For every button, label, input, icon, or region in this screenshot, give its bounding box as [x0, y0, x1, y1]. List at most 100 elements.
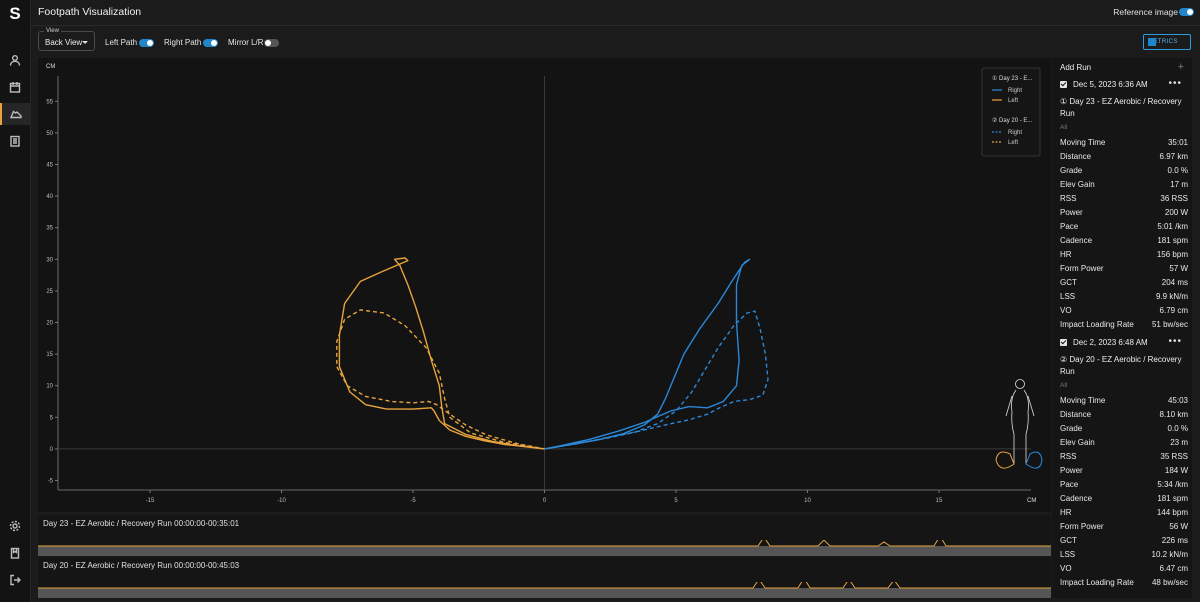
metric-row: Moving Time 35:01	[1060, 138, 1188, 152]
calendar-icon[interactable]	[0, 76, 30, 98]
y-tick-label: 55	[46, 99, 53, 105]
metric-value: 9.9 kN/m	[1155, 292, 1188, 301]
y-tick-label: 5	[50, 415, 54, 421]
metric-value: 6.97 km	[1159, 152, 1188, 161]
view-select[interactable]: Back View	[38, 31, 95, 51]
metric-value: 10.2 kN/m	[1151, 550, 1188, 559]
metric-row: LSS 10.2 kN/m	[1060, 550, 1188, 564]
metric-value: 36 RSS	[1160, 194, 1188, 203]
metric-label: Impact Loading Rate	[1060, 320, 1134, 329]
bookmark-icon[interactable]	[0, 542, 30, 564]
mirror-toggle[interactable]	[264, 39, 279, 47]
right-path-toggle[interactable]	[203, 39, 218, 47]
metric-row: HR 156 bpm	[1060, 250, 1188, 264]
right-path-label: Right Path	[164, 38, 202, 47]
run-checkbox[interactable]	[1060, 339, 1067, 347]
profile-icon[interactable]	[0, 49, 30, 71]
y-tick-label: 10	[46, 384, 53, 390]
metric-row: Elev Gain 17 m	[1060, 180, 1188, 194]
x-tick-label: 0	[543, 498, 547, 504]
y-tick-label: 0	[50, 447, 54, 453]
metric-row: GCT 226 ms	[1060, 536, 1188, 550]
y-tick-label: 15	[46, 352, 53, 358]
metric-label: Form Power	[1060, 522, 1104, 531]
metric-value: 8.10 km	[1159, 410, 1188, 419]
mirror-label: Mirror L/R	[228, 38, 264, 47]
metric-label: Power	[1060, 208, 1083, 217]
more-options-icon[interactable]: •••	[1168, 78, 1182, 89]
y-tick-label: 30	[46, 257, 53, 263]
more-options-icon[interactable]: •••	[1168, 336, 1182, 347]
y-tick-label: 50	[46, 131, 53, 137]
metric-value: 0.0 %	[1167, 424, 1188, 433]
metric-row: RSS 36 RSS	[1060, 194, 1188, 208]
metric-label: GCT	[1060, 278, 1077, 287]
shoe-icon[interactable]	[0, 103, 30, 125]
metric-row: Form Power 57 W	[1060, 264, 1188, 278]
metric-label: Distance	[1060, 152, 1092, 161]
run-name: ① Day 23 - EZ Aerobic / Recovery Run	[1060, 97, 1182, 118]
metric-label: Elev Gain	[1060, 180, 1095, 189]
settings-icon[interactable]	[0, 515, 30, 537]
metric-value: 56 W	[1169, 522, 1188, 531]
add-run-button[interactable]: +	[1178, 61, 1184, 73]
metric-row: Cadence 181 spm	[1060, 494, 1188, 508]
metric-label: Cadence	[1060, 494, 1093, 503]
reference-runner-image	[995, 379, 1043, 469]
metric-row: VO 6.79 cm	[1060, 306, 1188, 320]
metric-value: 226 ms	[1161, 536, 1188, 545]
metric-label: HR	[1060, 250, 1072, 259]
legend-group-title: ① Day 23 - E...	[992, 75, 1033, 82]
metric-row: Form Power 56 W	[1060, 522, 1188, 536]
run-filter[interactable]: All	[1060, 124, 1067, 131]
run-date: Dec 5, 2023 6:36 AM	[1073, 80, 1148, 89]
toolbar: Back View View Left Path Right Path Mirr…	[30, 26, 1200, 56]
metric-row: VO 6.47 cm	[1060, 564, 1188, 578]
metric-row: Pace 5:01 /km	[1060, 222, 1188, 236]
metric-row: Moving Time 45:03	[1060, 396, 1188, 410]
metric-label: Power	[1060, 466, 1083, 475]
logout-icon[interactable]	[0, 569, 30, 591]
app-logo[interactable]: S	[6, 5, 24, 23]
metric-row: Cadence 181 spm	[1060, 236, 1188, 250]
metric-value: 144 bpm	[1156, 508, 1188, 517]
metric-label: LSS	[1060, 550, 1076, 559]
metric-value: 5:01 /km	[1157, 222, 1188, 231]
metric-value: 35 RSS	[1160, 452, 1188, 461]
metric-value: 45:03	[1167, 396, 1188, 405]
x-tick-label: -10	[277, 498, 286, 504]
metric-value: 204 ms	[1161, 278, 1188, 287]
metric-value: 181 spm	[1157, 236, 1188, 245]
legend-group-title: ② Day 20 - E...	[992, 117, 1033, 124]
metrics-button[interactable]: METRICS	[1143, 34, 1191, 50]
metric-label: Elev Gain	[1060, 438, 1095, 447]
y-tick-label: 45	[46, 162, 53, 168]
metric-value: 181 spm	[1157, 494, 1188, 503]
report-icon[interactable]	[0, 130, 30, 152]
page-title: Footpath Visualization	[38, 6, 142, 18]
metric-row: Distance 6.97 km	[1060, 152, 1188, 166]
metric-label: Grade	[1060, 166, 1083, 175]
metric-row: Pace 5:34 /km	[1060, 480, 1188, 494]
run-checkbox[interactable]	[1060, 81, 1067, 89]
metric-row: RSS 35 RSS	[1060, 452, 1188, 466]
metric-row: HR 144 bpm	[1060, 508, 1188, 522]
metric-row: Impact Loading Rate 48 bw/sec	[1060, 578, 1188, 592]
x-axis-label: CM	[1027, 498, 1036, 504]
metric-label: Form Power	[1060, 264, 1104, 273]
x-tick-label: 10	[804, 498, 811, 504]
timeline-day23[interactable]: Day 23 - EZ Aerobic / Recovery Run 00:00…	[38, 515, 1051, 556]
reference-image-label: Reference image	[1113, 7, 1178, 17]
metric-label: LSS	[1060, 292, 1076, 301]
metric-row: Grade 0.0 %	[1060, 166, 1188, 180]
left-path-toggle[interactable]	[139, 39, 154, 47]
timeline-day20[interactable]: Day 20 - EZ Aerobic / Recovery Run 00:00…	[38, 557, 1051, 598]
left-rail: S	[0, 0, 31, 602]
reference-image-toggle[interactable]	[1179, 8, 1194, 16]
view-select-value: Back View	[45, 38, 83, 47]
y-tick-label: 25	[46, 289, 53, 295]
run-filter[interactable]: All	[1060, 382, 1067, 389]
metric-label: Distance	[1060, 410, 1092, 419]
y-axis-label: CM	[46, 64, 55, 70]
metric-row: Grade 0.0 %	[1060, 424, 1188, 438]
